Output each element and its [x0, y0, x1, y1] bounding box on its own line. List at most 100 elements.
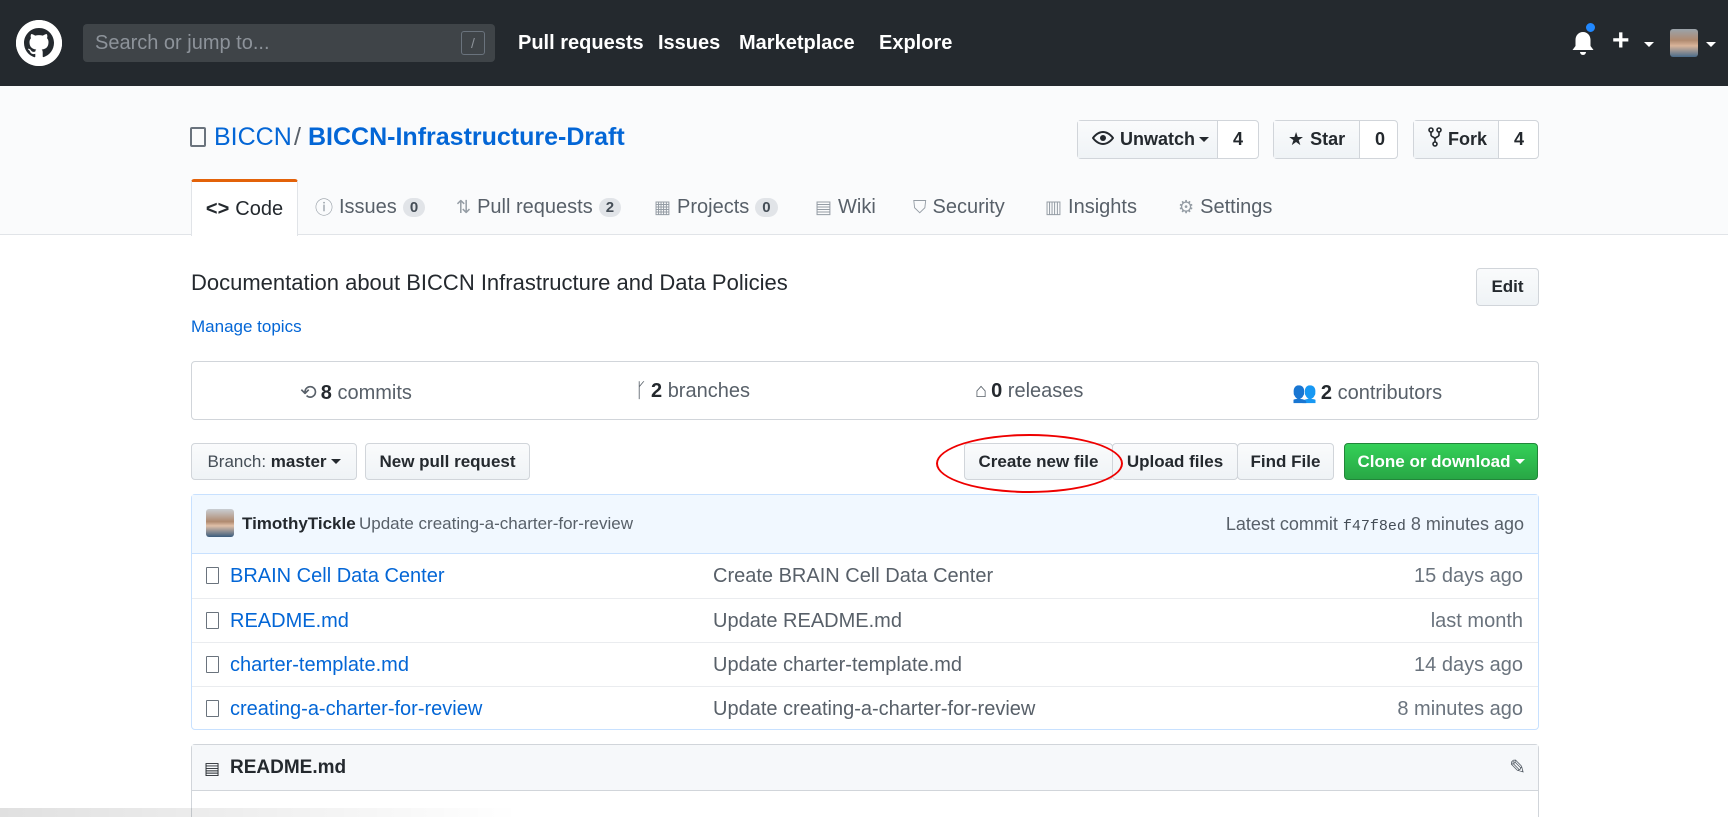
- repo-icon: [190, 127, 206, 147]
- repo-owner-link[interactable]: BICCN: [214, 123, 292, 152]
- tab-projects-counter: 0: [755, 197, 778, 217]
- fork-count[interactable]: 4: [1499, 121, 1539, 158]
- edit-description-button[interactable]: Edit: [1476, 268, 1539, 306]
- nav-issues[interactable]: Issues: [658, 32, 720, 55]
- tab-insights-label: Insights: [1068, 195, 1137, 218]
- commits-link[interactable]: ⟲ 8 commits: [300, 380, 412, 405]
- branches-link[interactable]: ᚴ2 branches: [635, 380, 750, 403]
- github-logo-icon[interactable]: [16, 20, 62, 66]
- file-commit-message-link[interactable]: Update charter-template.md: [713, 654, 962, 677]
- search-input[interactable]: [83, 24, 495, 62]
- file-name-link[interactable]: creating-a-charter-for-review: [230, 698, 482, 721]
- latest-commit-bar: TimothyTickle Update creating-a-charter-…: [192, 495, 1538, 554]
- find-file-button[interactable]: Find File: [1237, 443, 1334, 480]
- star-count[interactable]: 0: [1360, 121, 1400, 158]
- releases-label: releases: [1007, 380, 1084, 402]
- tab-pull-requests[interactable]: ⇅ Pull requests 2: [456, 179, 622, 235]
- commit-age: 8 minutes ago: [1410, 514, 1524, 534]
- file-name-link[interactable]: charter-template.md: [230, 654, 409, 677]
- table-row: creating-a-charter-for-review Update cre…: [192, 686, 1538, 730]
- watch-count[interactable]: 4: [1218, 121, 1258, 158]
- tab-wiki-label: Wiki: [838, 195, 876, 218]
- repo-description: Documentation about BICCN Infrastructure…: [191, 270, 788, 295]
- clone-or-download-label: Clone or download: [1357, 451, 1511, 471]
- file-age: 14 days ago: [1414, 654, 1523, 676]
- notifications-bell-icon[interactable]: [1570, 30, 1596, 58]
- tag-icon: ⌂: [975, 380, 988, 402]
- tab-issues-label: Issues: [339, 195, 397, 218]
- branch-select-button[interactable]: Branch: master: [191, 443, 357, 480]
- gear-icon: ⚙: [1178, 196, 1195, 217]
- tab-projects[interactable]: ▦ Projects 0: [654, 179, 778, 235]
- contributors-link[interactable]: 👥 2 contributors: [1292, 380, 1442, 405]
- tab-pull-requests-label: Pull requests: [477, 195, 593, 218]
- releases-link[interactable]: ⌂ 0 releases: [975, 380, 1083, 403]
- commit-author-link[interactable]: TimothyTickle: [242, 514, 356, 534]
- people-icon: 👥: [1292, 382, 1317, 404]
- tab-security-label: Security: [932, 195, 1005, 218]
- tab-security[interactable]: ⛉ Security: [913, 179, 1005, 235]
- readme-header: ▤ README.md ✎: [192, 745, 1538, 791]
- readme-box: ▤ README.md ✎: [191, 744, 1539, 817]
- tab-code[interactable]: <> Code: [191, 179, 298, 236]
- star-icon: ★: [1288, 129, 1305, 149]
- file-age: 15 days ago: [1414, 565, 1523, 587]
- tab-projects-label: Projects: [677, 195, 750, 218]
- upload-files-button[interactable]: Upload files: [1112, 443, 1238, 480]
- tab-insights[interactable]: ▥ Insights: [1045, 179, 1137, 235]
- table-row: charter-template.md Update charter-templ…: [192, 642, 1538, 686]
- table-row: BRAIN Cell Data Center Create BRAIN Cell…: [192, 554, 1538, 598]
- unread-indicator: [1584, 21, 1597, 34]
- file-commit-message-link[interactable]: Create BRAIN Cell Data Center: [713, 565, 993, 588]
- file-name-link[interactable]: README.md: [230, 610, 349, 633]
- repo-summary-bar: ⟲ 8 commits ᚴ2 branches ⌂ 0 releases 👥 2 co…: [191, 361, 1539, 420]
- branch-label: Branch:: [207, 451, 267, 471]
- file-commit-message-link[interactable]: Update README.md: [713, 610, 902, 633]
- tab-settings-label: Settings: [1200, 195, 1273, 218]
- nav-marketplace[interactable]: Marketplace: [739, 32, 855, 55]
- branches-count: 2: [651, 380, 663, 402]
- pull-request-icon: ⇅: [456, 196, 472, 217]
- unwatch-label: Unwatch: [1120, 129, 1196, 149]
- create-new-plus-icon[interactable]: +: [1612, 24, 1630, 58]
- unwatch-button[interactable]: Unwatch: [1078, 121, 1218, 158]
- manage-topics-link[interactable]: Manage topics: [191, 317, 302, 337]
- user-avatar[interactable]: [1670, 29, 1698, 57]
- star-button-group: ★ Star 0: [1273, 120, 1398, 159]
- repo-name-link[interactable]: BICCN-Infrastructure-Draft: [308, 123, 625, 152]
- chevron-down-icon[interactable]: [1644, 42, 1654, 47]
- star-label: Star: [1310, 129, 1346, 149]
- tab-code-label: Code: [235, 197, 284, 220]
- file-commit-message-link[interactable]: Update creating-a-charter-for-review: [713, 698, 1035, 721]
- file-age: 8 minutes ago: [1397, 698, 1523, 720]
- fork-button[interactable]: Fork: [1414, 121, 1499, 158]
- tab-settings[interactable]: ⚙ Settings: [1178, 179, 1272, 235]
- tab-issues[interactable]: ⓘ Issues 0: [315, 179, 426, 235]
- code-icon: <>: [205, 197, 230, 220]
- file-age: last month: [1430, 610, 1523, 632]
- chevron-down-icon[interactable]: [1706, 42, 1716, 47]
- commits-count: 8: [320, 382, 332, 404]
- commit-message-link[interactable]: Update creating-a-charter-for-review: [359, 514, 633, 534]
- pencil-edit-icon[interactable]: ✎: [1509, 755, 1526, 780]
- file-icon: [206, 612, 219, 629]
- search-box[interactable]: /: [83, 24, 495, 62]
- releases-count: 0: [991, 380, 1003, 402]
- file-name-link[interactable]: BRAIN Cell Data Center: [230, 565, 445, 588]
- commits-label: commits: [337, 382, 412, 404]
- author-avatar[interactable]: [206, 509, 234, 537]
- nav-explore[interactable]: Explore: [879, 32, 952, 55]
- nav-pull-requests[interactable]: Pull requests: [518, 32, 644, 55]
- window-shadow: [0, 808, 520, 817]
- clone-or-download-button[interactable]: Clone or download: [1344, 443, 1538, 480]
- tab-wiki[interactable]: ▤ Wiki: [815, 179, 876, 235]
- global-header: / Pull requests Issues Marketplace Explo…: [0, 0, 1728, 86]
- new-pull-request-button[interactable]: New pull request: [365, 443, 530, 480]
- branch-icon: ᚴ: [635, 380, 647, 402]
- eye-icon: [1091, 129, 1115, 150]
- file-list: TimothyTickle Update creating-a-charter-…: [191, 494, 1539, 730]
- chevron-down-icon: [330, 459, 341, 464]
- commit-sha-link[interactable]: f47f8ed: [1343, 518, 1406, 535]
- latest-commit-info: Latest commit f47f8ed 8 minutes ago: [1226, 514, 1524, 535]
- star-button[interactable]: ★ Star: [1274, 121, 1360, 158]
